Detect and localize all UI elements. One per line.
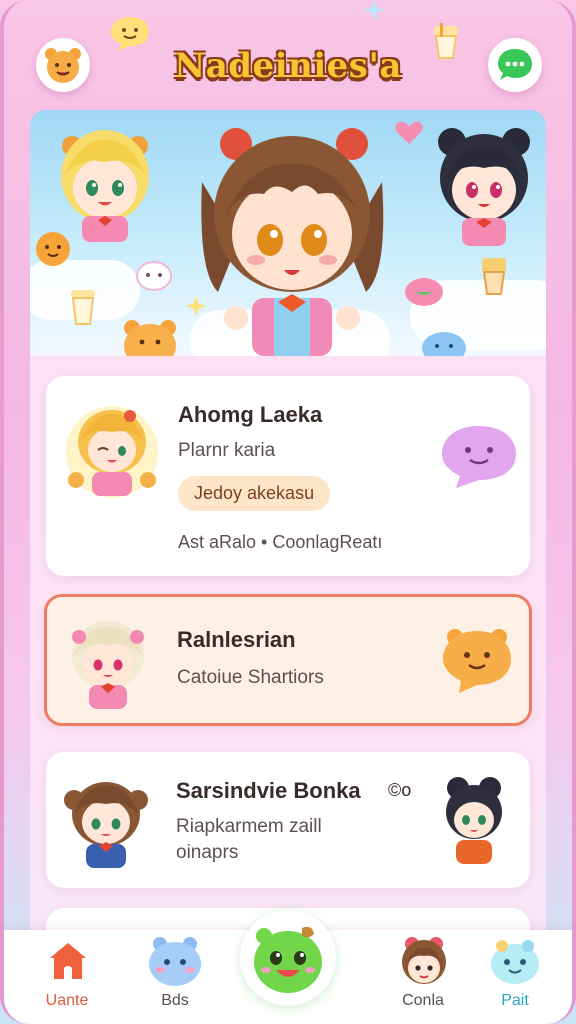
green-mascot-icon (254, 926, 322, 993)
black-hair-girl-avatar[interactable] (434, 774, 514, 866)
sparkle-icon (362, 0, 386, 20)
tab-label: Pait (501, 992, 529, 1009)
tab-label: Bds (161, 992, 189, 1009)
tab-pait[interactable]: Pait (460, 930, 570, 1024)
cream-hair-girl-avatar (72, 621, 144, 709)
drink-cup-icon (434, 23, 458, 59)
blonde-girl-avatar (61, 130, 149, 242)
contact-subtitle-line2: oinaprs (176, 842, 239, 863)
pink-blob-icon (405, 278, 443, 306)
contact-subtitle: Catoiue Shartiors (177, 667, 324, 688)
chat-bubble-icon[interactable] (488, 38, 542, 92)
contact-subtitle: Plarnr karia (178, 440, 276, 461)
contact-subtitle: Riapkarmem zaill (176, 816, 322, 837)
hero-banner (30, 110, 546, 356)
bear-peek-icon (124, 320, 176, 356)
tab-label: Uante (45, 992, 89, 1009)
status-badge: ©o (388, 780, 412, 800)
center-action-button[interactable] (240, 910, 336, 1006)
drink-cup-icon (71, 290, 95, 325)
cyan-blob-icon (491, 940, 539, 984)
blue-blob-icon (149, 937, 201, 986)
contact-footer: Ast aRalo • CoonlagReatı (178, 532, 383, 552)
smile-bubble-icon (111, 17, 149, 51)
orange-bear-bubble-icon[interactable] (439, 625, 515, 697)
list-item[interactable]: Sarsindvie Bonka ©o Riapkarmem zaill oin… (46, 752, 530, 888)
brown-hair-girl-avatar (201, 128, 384, 356)
white-cat-icon (136, 261, 172, 291)
app-header: Nadeinies'a (0, 0, 576, 110)
brown-hair-girl-avatar (64, 782, 148, 868)
blue-blob-icon (422, 332, 466, 356)
sparkle-icon (186, 296, 206, 316)
blonde-girl-avatar (66, 406, 158, 498)
contact-name: Sarsindvie Bonka (176, 778, 361, 803)
tab-bds[interactable]: Bds (120, 930, 230, 1024)
tab-home[interactable]: Uante (12, 930, 122, 1024)
contact-name: Ralnlesrian (177, 627, 296, 652)
house-icon (50, 943, 86, 979)
girl-face-icon (402, 937, 446, 984)
heart-icon (395, 121, 423, 144)
contact-name: Ahomg Laeka (178, 402, 323, 427)
status-chip[interactable]: Jedoy akekasu (178, 476, 331, 511)
list-item[interactable]: Ahomg Laeka Plarnr karia Jedoy akekasu A… (46, 376, 530, 576)
list-item-selected[interactable]: Ralnlesrian Catoiue Shartiors (44, 594, 532, 726)
black-hair-girl-avatar (438, 128, 530, 246)
brush-cup-icon (482, 258, 506, 295)
orange-blob-icon (36, 232, 70, 266)
purple-chat-bubble-icon[interactable] (438, 422, 520, 492)
